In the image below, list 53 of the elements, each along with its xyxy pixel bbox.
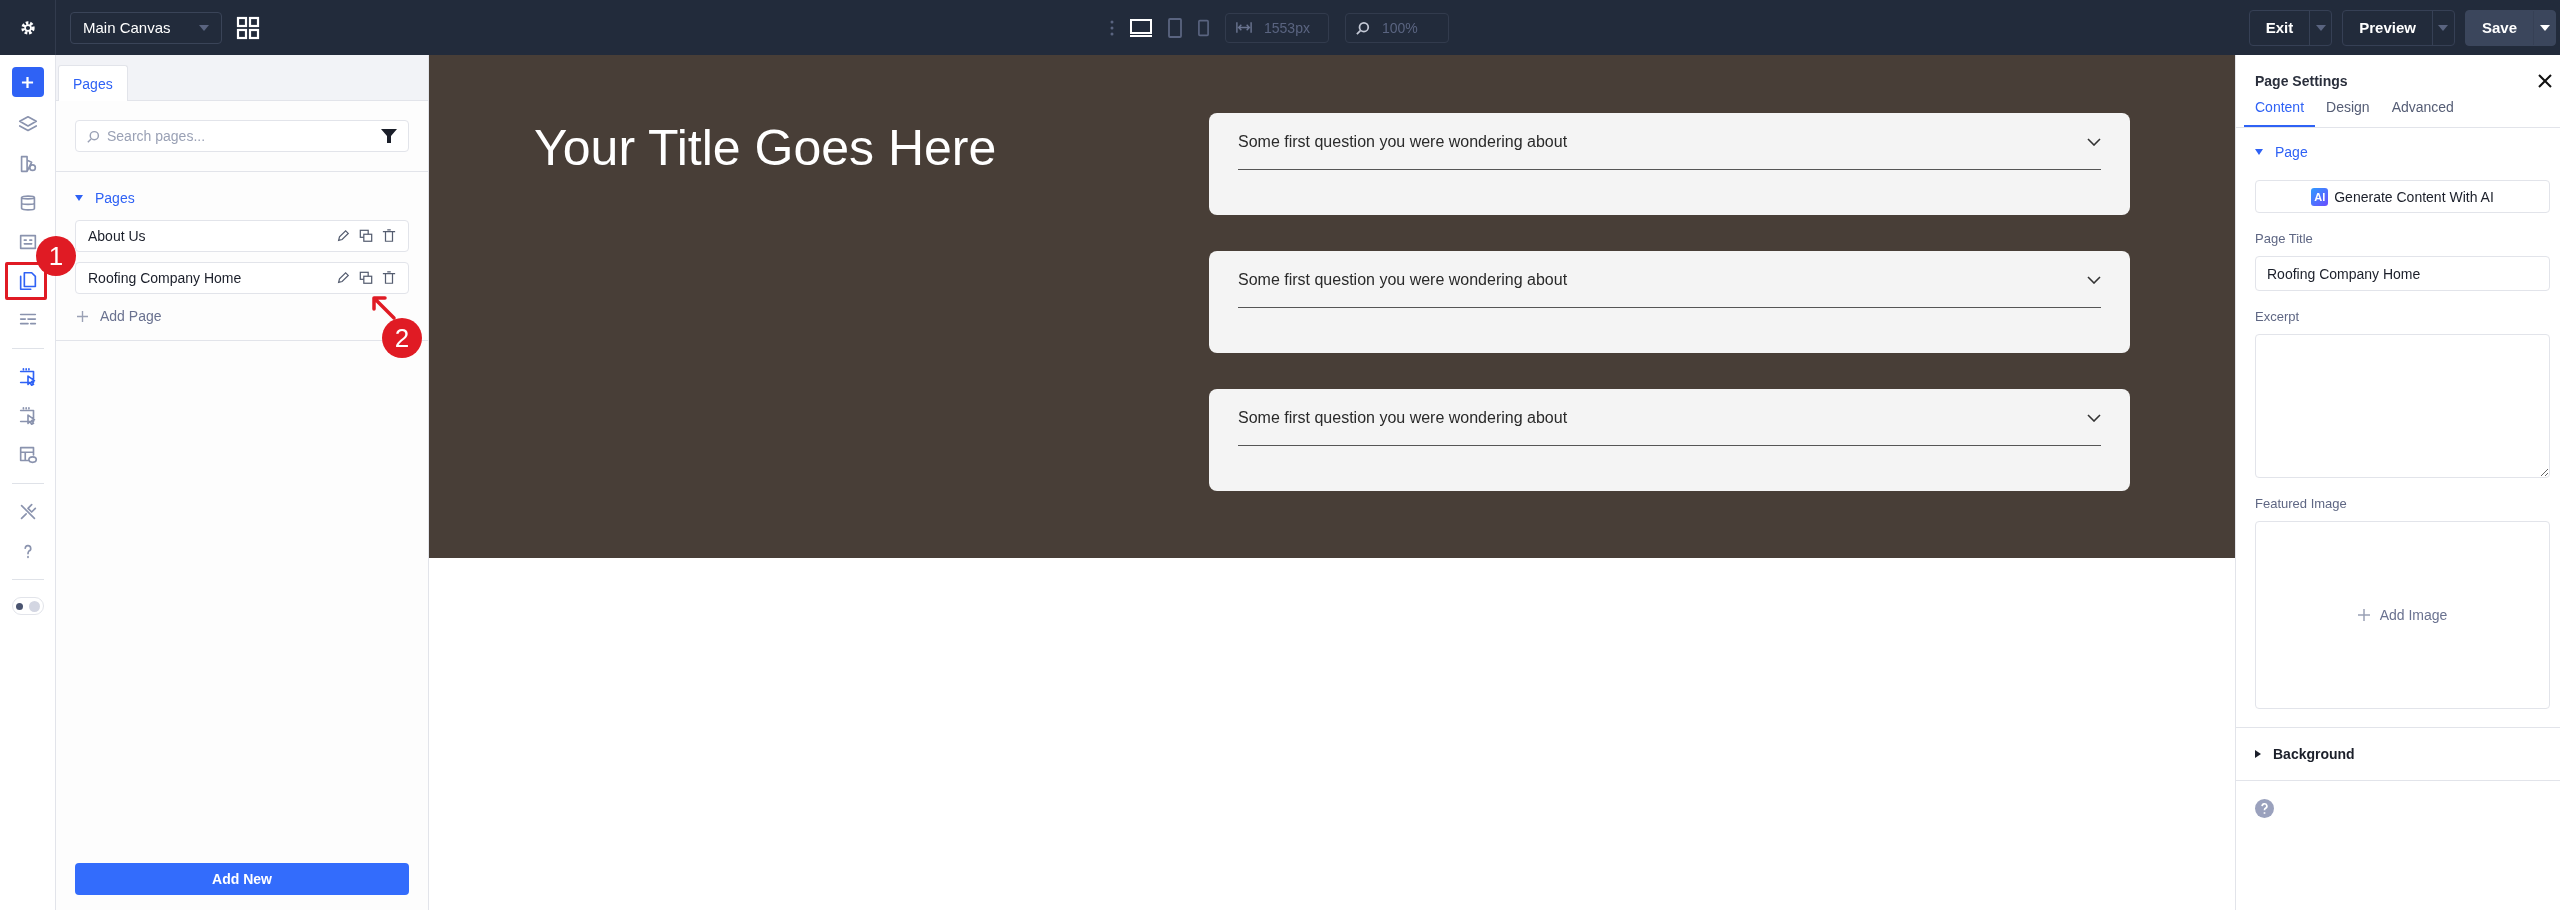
toolbar-button[interactable]: Save <box>2465 10 2533 45</box>
faq-question[interactable]: Some first question you were wondering about <box>1238 133 2101 170</box>
hero-title: Your Title Goes Here <box>534 119 998 178</box>
plus-icon <box>2357 609 2370 621</box>
field-label: Featured Image <box>2255 496 2348 511</box>
settings-tab[interactable]: Advanced <box>2380 99 2465 127</box>
pages-tab[interactable]: Pages <box>58 65 128 101</box>
duplicate-icon[interactable] <box>359 271 373 285</box>
section-header[interactable]: Pages <box>75 186 409 210</box>
section-header[interactable]: Background <box>2255 742 2355 766</box>
page-title: About Us <box>88 228 147 244</box>
page-item[interactable]: Roofing Company Home <box>75 262 409 294</box>
settings-tab[interactable]: Content <box>2244 99 2316 127</box>
generate-ai-button[interactable]: AI Generate Content With AI <box>2255 180 2550 213</box>
faq-question[interactable]: Some first question you were wondering about <box>1238 271 2101 308</box>
grid-icon[interactable] <box>235 15 260 40</box>
add-new-button[interactable]: Add New <box>75 863 409 895</box>
plus-icon <box>21 75 34 89</box>
faq-question[interactable]: Some first question you were wondering about <box>1238 409 2101 446</box>
field-label: Page Title <box>2255 231 2314 246</box>
tablet-icon[interactable] <box>1168 17 1182 38</box>
canvas-dropdown[interactable]: Main Canvas <box>70 11 222 44</box>
panel-title: Page Settings <box>2255 73 2348 89</box>
input-field[interactable]: Roofing Company Home <box>2255 256 2550 291</box>
search-field[interactable]: Search pages... <box>75 120 409 152</box>
duplicate-icon[interactable] <box>359 229 373 243</box>
page-item[interactable]: About Us <box>75 220 409 252</box>
textarea-field[interactable] <box>2255 334 2550 478</box>
toolbar-button[interactable]: Preview <box>2343 10 2432 45</box>
toolbar-button[interactable]: Exit <box>2249 10 2310 45</box>
chevron-down-icon <box>2087 414 2101 422</box>
plus-icon <box>77 310 88 322</box>
section-header[interactable]: Page <box>2255 140 2550 164</box>
help-icon[interactable] <box>2255 799 2274 818</box>
more-icon[interactable] <box>1110 19 1114 36</box>
trash-icon[interactable] <box>382 229 396 243</box>
pencil-icon[interactable] <box>336 271 350 285</box>
chevron-down-icon <box>2087 276 2101 284</box>
chevron-down-icon <box>2087 138 2101 146</box>
add-page-button[interactable]: Add Page <box>75 304 162 324</box>
add-image-button[interactable]: Add Image <box>2351 606 2454 624</box>
settings-tab[interactable]: Design <box>2315 99 2381 127</box>
filter-icon[interactable] <box>381 129 397 143</box>
phone-icon[interactable] <box>1198 18 1209 37</box>
trash-icon[interactable] <box>382 271 396 285</box>
page-title: Roofing Company Home <box>88 270 243 286</box>
desktop-icon[interactable] <box>1130 18 1152 37</box>
pencil-icon[interactable] <box>336 229 350 243</box>
add-button[interactable] <box>11 67 44 97</box>
field-label: Excerpt <box>2255 309 2301 324</box>
close-icon[interactable] <box>2538 74 2552 88</box>
search-icon <box>1356 20 1370 35</box>
width-icon <box>1236 21 1252 34</box>
